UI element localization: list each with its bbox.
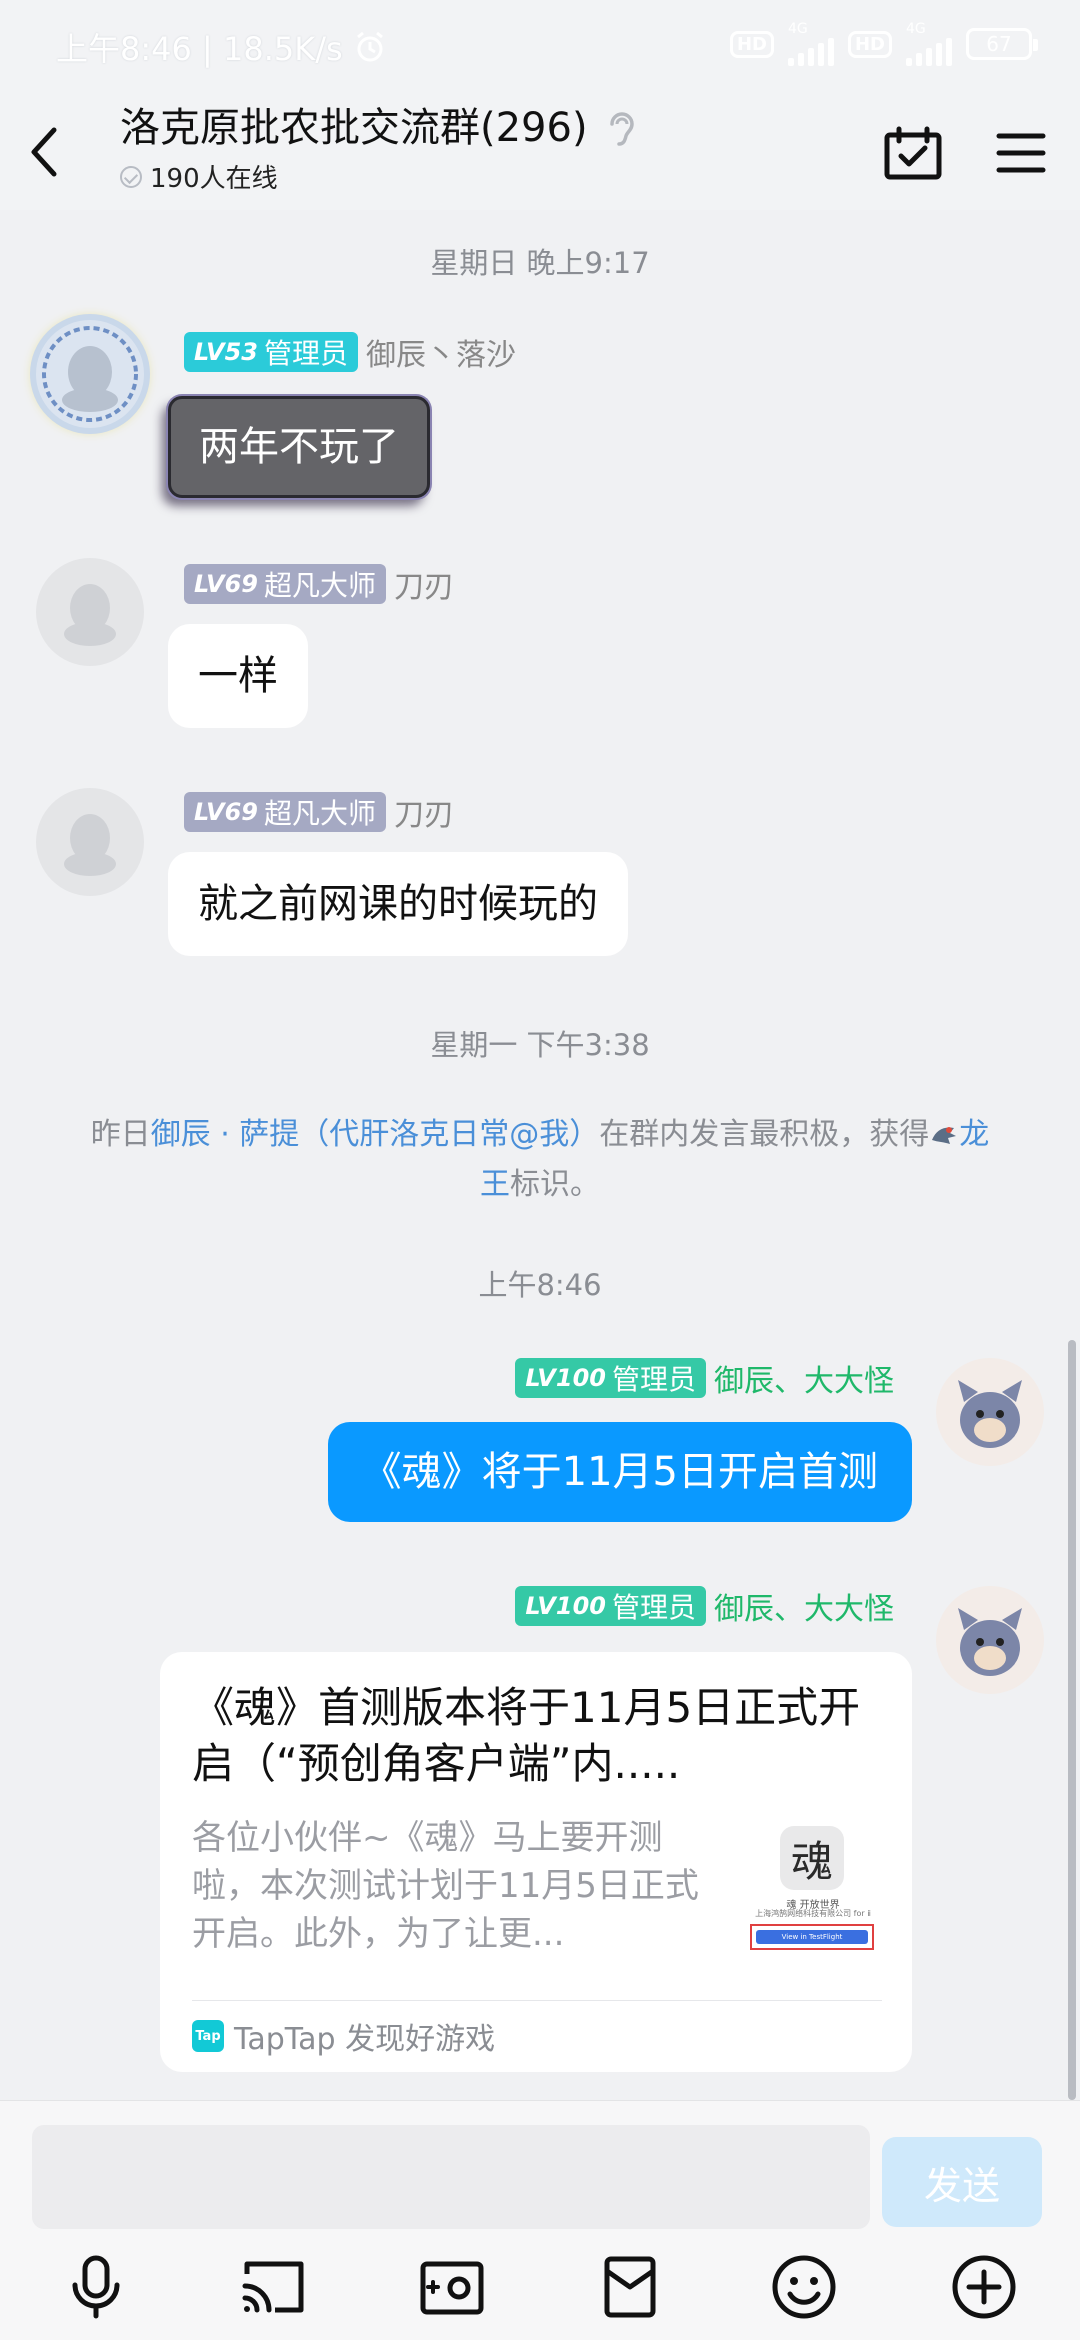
photo-button[interactable] xyxy=(414,2249,490,2325)
chat-header: 洛克原批农批交流群(296) 190人在线 xyxy=(0,96,1080,210)
battery-icon: 67 xyxy=(966,28,1038,60)
chevron-left-icon xyxy=(31,127,57,177)
card-divider xyxy=(192,2000,882,2001)
avatar[interactable] xyxy=(36,788,144,896)
level-badge: LV53 管理员 xyxy=(184,332,358,372)
red-packet-icon xyxy=(604,2256,656,2318)
screen-share-button[interactable] xyxy=(236,2249,312,2325)
qq-penguin-avatar-icon xyxy=(64,584,116,646)
more-button[interactable] xyxy=(946,2249,1022,2325)
calendar-checkin-button[interactable] xyxy=(878,118,948,188)
dragon-king-badge-icon xyxy=(932,1127,957,1144)
signal-icon xyxy=(787,36,834,66)
sender-name: 御辰、大大怪 xyxy=(714,1592,894,1627)
sender-name: 御辰、大大怪 xyxy=(714,1364,894,1399)
sender-meta: LV53 管理员 御辰丶落沙 xyxy=(184,330,516,374)
level-badge: LV69 超凡大师 xyxy=(184,564,386,604)
status-right: HD 4G HD 4G 67 xyxy=(729,21,1038,66)
sender-meta: LV69 超凡大师 刀刃 xyxy=(184,790,454,834)
hd-badge-2: HD xyxy=(847,30,892,58)
card-title: 《魂》首测版本将于11月5日正式开启（“预创角客户端”内..... xyxy=(192,1683,861,1788)
card-thumbnail: 魂 魂 开放世界 上海鸿鹄网络科技有限公司 for ⅱ View in Test… xyxy=(738,1820,888,1950)
qq-penguin-avatar-icon xyxy=(42,326,138,422)
user-link[interactable]: 御辰 · 萨提（代肝洛克日常@我） xyxy=(151,1117,600,1152)
avatar[interactable] xyxy=(936,1586,1044,1694)
photo-icon xyxy=(420,2261,484,2315)
alarm-icon xyxy=(356,31,383,62)
avatar[interactable] xyxy=(936,1358,1044,1466)
card-source: Tap TapTap 发现好游戏 xyxy=(192,2014,495,2058)
group-title-area[interactable]: 洛克原批农批交流群(296) 190人在线 xyxy=(120,96,638,195)
game-app-icon: 魂 xyxy=(780,1826,844,1890)
level-badge: LV100 管理员 xyxy=(515,1358,706,1398)
sender-name: 御辰丶落沙 xyxy=(365,338,516,373)
avatar[interactable] xyxy=(36,320,144,428)
plus-circle-icon xyxy=(952,2255,1016,2319)
online-count-text: 190人在线 xyxy=(150,164,278,194)
message-bubble[interactable]: 一样 xyxy=(168,624,308,728)
sender-name: 刀刃 xyxy=(393,798,454,833)
group-title: 洛克原批农批交流群(296) xyxy=(120,100,638,156)
cartoon-cat-avatar-icon xyxy=(958,1380,1022,1448)
red-packet-button[interactable] xyxy=(592,2249,668,2325)
badge-link-2[interactable]: 王 xyxy=(480,1167,510,1202)
status-time-speed: 上午8:46 | 18.5K/s xyxy=(56,30,343,68)
thumb-publisher: 上海鸿鹄网络科技有限公司 for ⅱ xyxy=(755,1909,871,1918)
card-source-text: TapTap 发现好游戏 xyxy=(234,2022,496,2057)
smiley-icon xyxy=(772,2255,836,2319)
card-description: 各位小伙伴~《魂》马上要开测啦，本次测试计划于11月5日正式开启。此外，为了让更… xyxy=(192,1818,699,1954)
sender-meta: LV69 超凡大师 刀刃 xyxy=(184,562,454,606)
taptap-logo-icon: Tap xyxy=(192,2020,224,2052)
message-bubble[interactable]: 就之前网课的时候玩的 xyxy=(168,852,628,956)
online-count: 190人在线 xyxy=(120,158,638,195)
message-bubble-self[interactable]: 《魂》将于11月5日开启首测 xyxy=(327,1422,912,1522)
screen-cast-icon xyxy=(242,2261,304,2313)
system-notice: 昨日御辰 · 萨提（代肝洛克日常@我）在群内发言最积极，获得龙王标识。 xyxy=(90,1117,990,1202)
timestamp-divider: 星期日 晚上9:17 xyxy=(430,246,650,280)
back-button[interactable] xyxy=(16,114,72,190)
status-bar: 上午8:46 | 18.5K/s HD 4G HD 4G 67 xyxy=(0,0,1080,96)
status-left: 上午8:46 | 18.5K/s xyxy=(56,24,387,70)
network-type-label-2: 4G xyxy=(906,21,926,37)
link-share-card[interactable]: 《魂》首测版本将于11月5日正式开启（“预创角客户端”内..... 各位小伙伴~… xyxy=(160,1652,912,2072)
calendar-check-icon xyxy=(884,126,942,180)
timestamp-divider: 星期一 下午3:38 xyxy=(430,1028,650,1062)
badge-link[interactable]: 龙 xyxy=(959,1117,989,1152)
microphone-icon xyxy=(72,2255,120,2319)
toolbar xyxy=(0,2249,1080,2329)
input-bar: 发送 xyxy=(0,2100,1080,2340)
timestamp-divider: 上午8:46 xyxy=(478,1268,602,1302)
level-badge: LV100 管理员 xyxy=(515,1586,706,1626)
send-button[interactable]: 发送 xyxy=(882,2137,1042,2227)
hamburger-menu-icon xyxy=(996,133,1046,173)
ear-icon xyxy=(609,112,634,146)
scrollbar[interactable] xyxy=(1068,1340,1076,2100)
emoji-button[interactable] xyxy=(766,2249,842,2325)
network-type-label: 4G xyxy=(787,21,808,37)
level-badge: LV69 超凡大师 xyxy=(184,792,386,832)
thumb-testflight-button: View in TestFlight xyxy=(750,1924,874,1950)
message-list[interactable]: 星期日 晚上9:17 LV53 管理员 御辰丶落沙 两年不玩了 LV69 超凡大师 … xyxy=(0,210,1080,2100)
cartoon-cat-avatar-icon xyxy=(958,1608,1022,1676)
sender-meta: LV100 管理员 御辰、大大怪 xyxy=(515,1584,894,1628)
online-status-icon xyxy=(120,165,142,188)
group-name: 洛克原批农批交流群(296) xyxy=(120,105,588,151)
qq-penguin-avatar-icon xyxy=(64,814,116,876)
voice-button[interactable] xyxy=(58,2249,134,2325)
message-bubble[interactable]: 两年不玩了 xyxy=(168,396,430,498)
avatar[interactable] xyxy=(36,558,144,666)
sender-name: 刀刃 xyxy=(393,570,454,605)
hd-badge: HD xyxy=(729,30,774,58)
message-input[interactable] xyxy=(32,2125,870,2229)
sender-meta: LV100 管理员 御辰、大大怪 xyxy=(515,1356,894,1400)
signal-icon-2 xyxy=(906,36,952,66)
menu-button[interactable] xyxy=(986,118,1056,188)
